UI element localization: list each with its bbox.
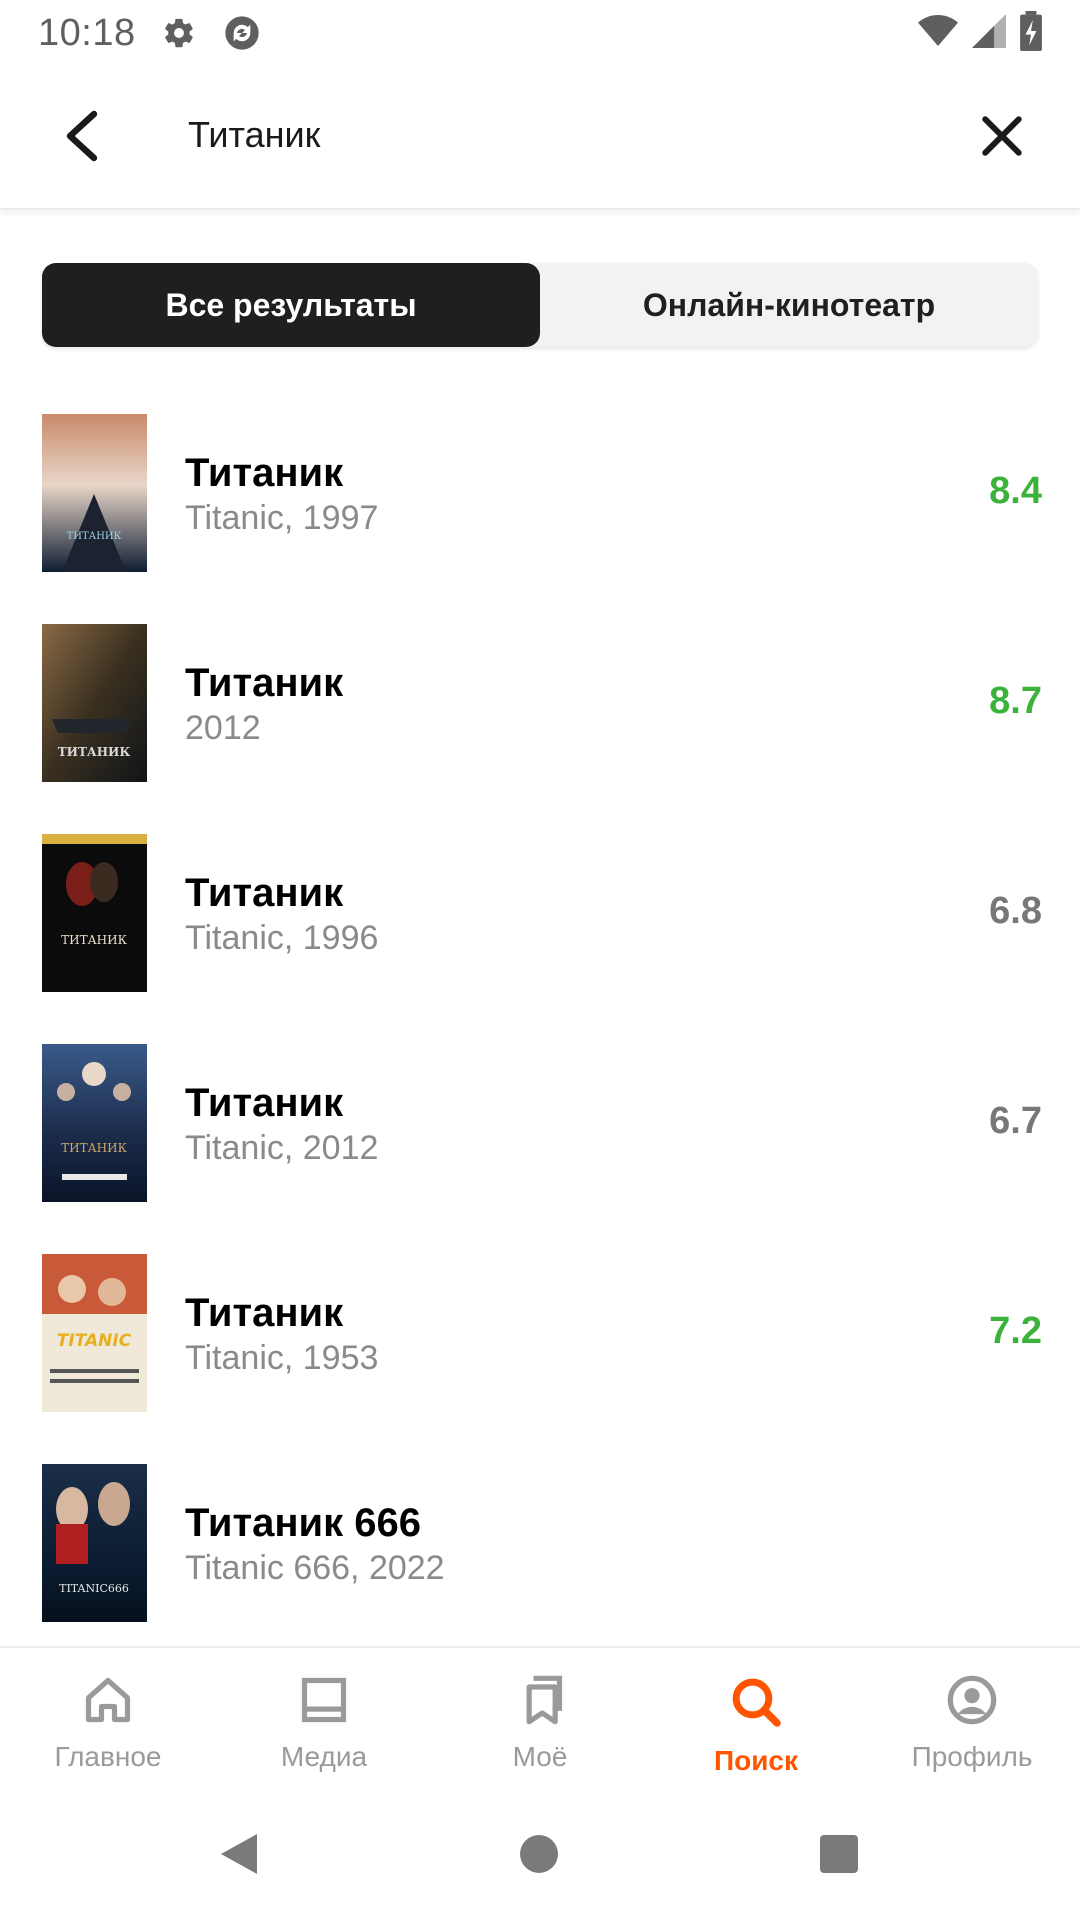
close-icon [981,115,1023,162]
svg-text:ТИТАНИК: ТИТАНИК [67,531,122,542]
nav-label: Поиск [713,1745,799,1776]
result-title: Титаник 666 [185,1501,421,1545]
result-title: Титаник [185,1081,344,1125]
sync-icon [222,13,262,53]
gear-icon [162,16,196,50]
rating-badge: 8.4 [989,470,1042,512]
result-subtitle: Titanic, 2012 [185,1129,379,1167]
results-tabs: Все результаты Онлайн-кинотеатр [42,263,1038,347]
status-bar: 10:18 [0,0,1080,66]
media-icon [298,1674,350,1731]
battery-icon [1020,10,1042,56]
triangle-back-icon [217,1830,261,1883]
list-item[interactable]: TITANIC Титаник Titanic, 1953 7.2 [0,1250,1080,1460]
list-item[interactable]: ТИТАНИК Титаник Titanic, 1996 6.8 [0,830,1080,1040]
rating-badge: 8.7 [989,680,1042,722]
status-time: 10:18 [38,11,136,54]
nav-item-media[interactable]: Медиа [216,1648,432,1792]
system-back-button[interactable] [211,1828,267,1884]
svg-text:TITANIC666: TITANIC666 [59,1582,129,1595]
tab-all-results[interactable]: Все результаты [42,263,540,347]
system-recents-button[interactable] [811,1828,867,1884]
search-icon [728,1674,784,1735]
result-subtitle: Titanic 666, 2022 [185,1549,445,1587]
result-title: Титаник [185,871,344,915]
nav-label: Профиль [911,1741,1033,1772]
signal-icon [972,13,1006,53]
result-subtitle: 2012 [185,709,261,747]
clear-search-button[interactable] [970,106,1034,170]
svg-text:TITANIC: TITANIC [57,1331,132,1351]
poster-image: ТИТАНИК [42,414,147,572]
result-title: Титаник [185,451,344,495]
nav-item-profile[interactable]: Профиль [864,1648,1080,1792]
list-item[interactable]: ТИТАНИК Титаник 2012 8.7 [0,620,1080,830]
nav-item-search[interactable]: Поиск [648,1648,864,1792]
arrow-left-icon [62,110,102,167]
poster-image: TITANIC666 [42,1464,147,1622]
rating-badge: 6.7 [989,1100,1042,1142]
list-item[interactable]: TITANIC666 Титаник 666 Titanic 666, 2022 [0,1460,1080,1670]
result-subtitle: Titanic, 1997 [185,499,379,537]
back-button[interactable] [50,106,114,170]
result-title: Титаник [185,661,344,705]
poster-image: TITANIC [42,1254,147,1412]
circle-home-icon [519,1834,559,1879]
bottom-navigation: Главное Медиа Моё Поиск Профиль [0,1646,1080,1792]
nav-item-mine[interactable]: Моё [432,1648,648,1792]
results-list: ТИТАНИК Титаник Titanic, 1997 8.4 ТИТАНИ… [0,410,1080,1670]
rating-badge: 6.8 [989,890,1042,932]
result-subtitle: Titanic, 1953 [185,1339,379,1377]
poster-image: ТИТАНИК [42,834,147,992]
nav-item-home[interactable]: Главное [0,1648,216,1792]
svg-text:ТИТАНИК: ТИТАНИК [61,1141,127,1155]
search-header: Титаник [0,66,1080,210]
nav-label: Главное [54,1741,162,1772]
system-navigation-bar [0,1792,1080,1920]
tab-online-cinema[interactable]: Онлайн-кинотеатр [540,263,1038,347]
svg-text:ТИТАНИК: ТИТАНИК [58,745,131,759]
result-title: Титаник [185,1291,344,1335]
system-home-button[interactable] [511,1828,567,1884]
search-input[interactable]: Титаник [188,114,320,156]
list-item[interactable]: ТИТАНИК Титаник Titanic, 2012 6.7 [0,1040,1080,1250]
nav-label: Медиа [280,1741,368,1772]
profile-icon [946,1674,998,1731]
list-item[interactable]: ТИТАНИК Титаник Titanic, 1997 8.4 [0,410,1080,620]
svg-text:ТИТАНИК: ТИТАНИК [61,933,127,947]
poster-image: ТИТАНИК [42,1044,147,1202]
nav-label: Моё [512,1741,568,1772]
home-icon [82,1674,134,1731]
square-recents-icon [819,1834,859,1879]
bookmarks-icon [514,1674,566,1731]
wifi-icon [918,14,958,53]
result-subtitle: Titanic, 1996 [185,919,379,957]
rating-badge: 7.2 [989,1310,1042,1352]
poster-image: ТИТАНИК [42,624,147,782]
